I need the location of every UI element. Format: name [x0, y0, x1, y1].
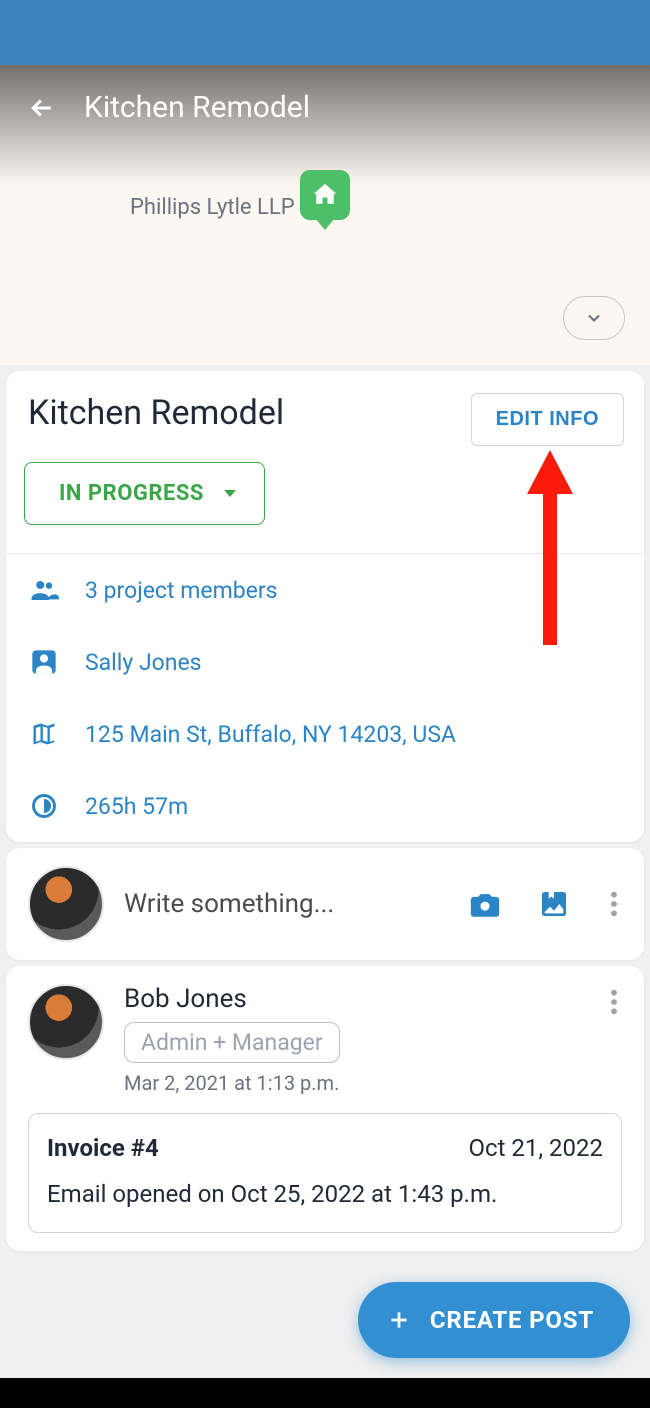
address-text: 125 Main St, Buffalo, NY 14203, USA — [85, 721, 456, 748]
avatar — [28, 984, 104, 1060]
compose-input[interactable]: Write something... — [124, 889, 448, 919]
image-icon[interactable] — [538, 888, 570, 920]
project-info-card: Kitchen Remodel EDIT INFO IN PROGRESS 3 … — [6, 371, 644, 842]
status-bar — [0, 0, 650, 65]
client-name: Sally Jones — [85, 649, 202, 676]
project-title: Kitchen Remodel — [28, 393, 284, 433]
person-icon — [28, 646, 60, 678]
post-author: Bob Jones — [124, 984, 586, 1014]
map-area[interactable]: Kitchen Remodel Phillips Lytle LLP — [0, 65, 650, 365]
post-timestamp: Mar 2, 2021 at 1:13 p.m. — [124, 1071, 586, 1095]
edit-info-button[interactable]: EDIT INFO — [471, 393, 624, 446]
camera-icon[interactable] — [468, 887, 502, 921]
chevron-down-icon — [224, 490, 236, 497]
avatar — [28, 866, 104, 942]
nav-bar — [0, 1378, 650, 1408]
status-dropdown[interactable]: IN PROGRESS — [24, 462, 265, 525]
fab-label: CREATE POST — [430, 1306, 594, 1334]
compose-card[interactable]: Write something... — [6, 848, 644, 960]
time-icon — [28, 790, 60, 822]
invoice-body: Email opened on Oct 25, 2022 at 1:43 p.m… — [47, 1176, 603, 1212]
map-nearby-label: Phillips Lytle LLP — [130, 195, 295, 220]
more-icon[interactable] — [606, 886, 622, 922]
members-label: 3 project members — [85, 577, 278, 604]
client-row[interactable]: Sally Jones — [6, 626, 644, 698]
time-row[interactable]: 265h 57m — [6, 770, 644, 842]
project-members-row[interactable]: 3 project members — [6, 554, 644, 626]
invoice-date: Oct 21, 2022 — [469, 1134, 603, 1162]
back-button[interactable] — [25, 91, 59, 125]
map-expand-button[interactable] — [563, 296, 625, 340]
address-row[interactable]: 125 Main St, Buffalo, NY 14203, USA — [6, 698, 644, 770]
people-icon — [28, 574, 60, 606]
invoice-title: Invoice #4 — [47, 1134, 159, 1162]
home-pin-icon[interactable] — [300, 170, 350, 220]
page-title: Kitchen Remodel — [84, 90, 310, 125]
create-post-fab[interactable]: CREATE POST — [358, 1282, 630, 1358]
invoice-attachment[interactable]: Invoice #4 Oct 21, 2022 Email opened on … — [28, 1113, 622, 1233]
map-icon — [28, 718, 60, 750]
post-more-icon[interactable] — [606, 984, 622, 1024]
time-logged: 265h 57m — [85, 793, 188, 820]
role-badge: Admin + Manager — [124, 1022, 340, 1063]
status-label: IN PROGRESS — [59, 481, 204, 506]
post-card: Bob Jones Admin + Manager Mar 2, 2021 at… — [6, 966, 644, 1251]
